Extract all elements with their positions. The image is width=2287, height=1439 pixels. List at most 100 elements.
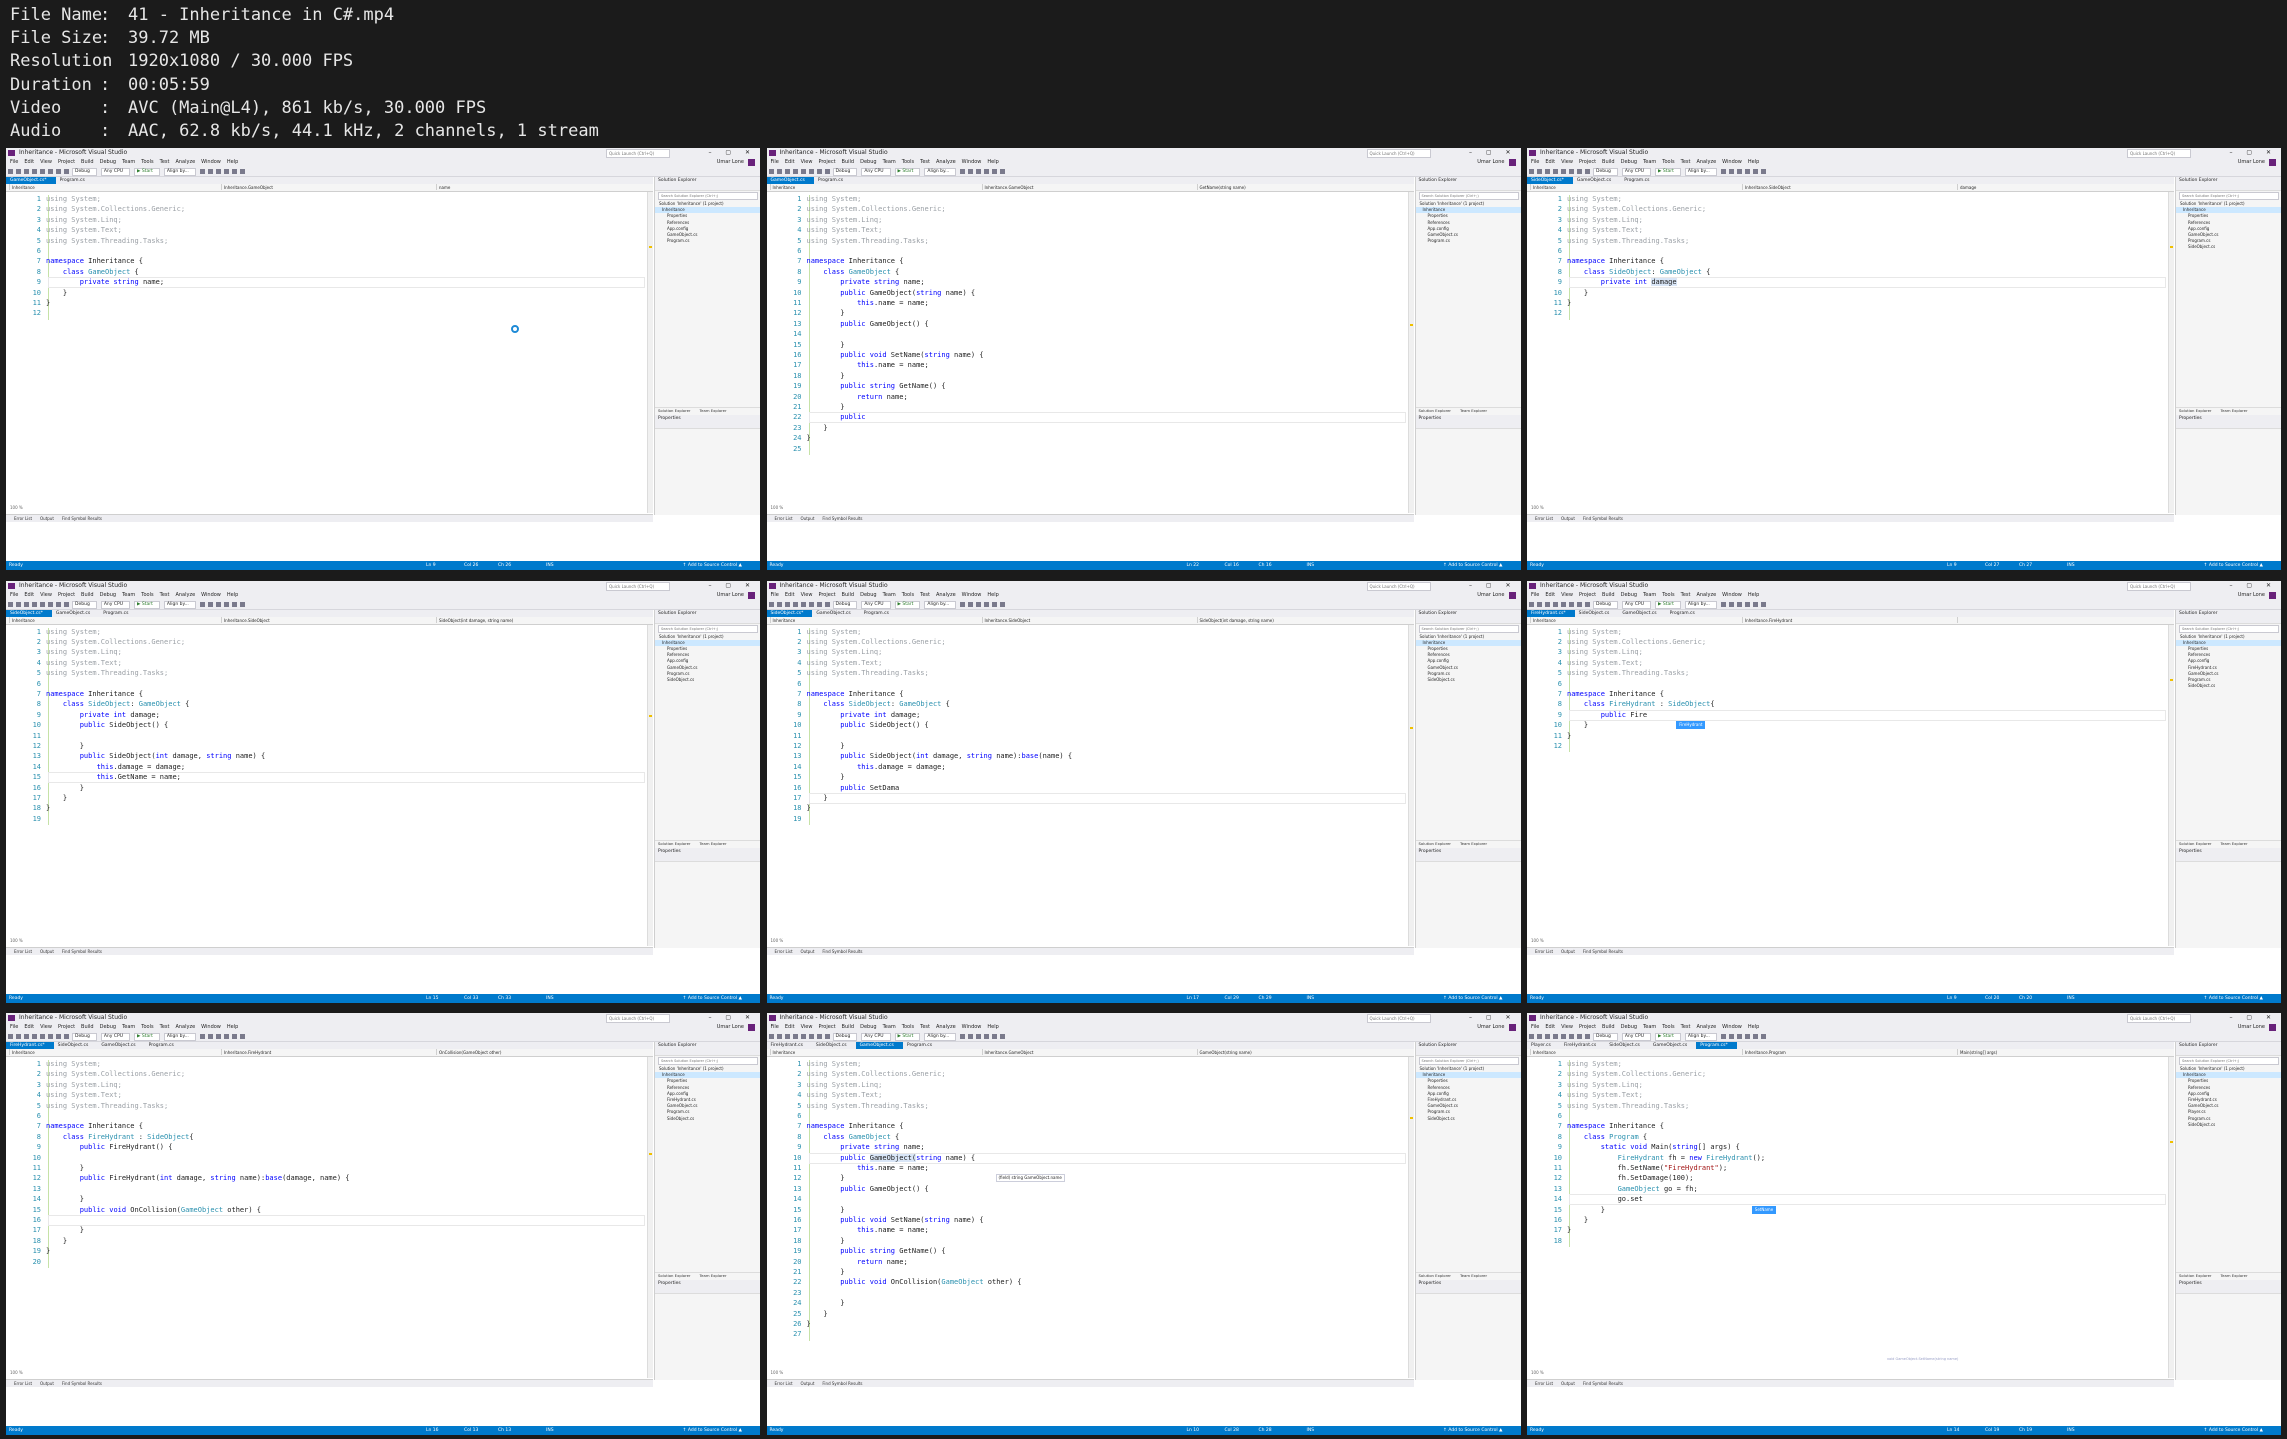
code-line[interactable]: 1 using System;: [767, 1059, 1367, 1069]
menu-item-tools[interactable]: Tools: [1662, 1024, 1674, 1030]
quick-launch-input[interactable]: Quick Launch (Ctrl+Q): [606, 149, 670, 158]
nav-dropdown-3[interactable]: OnCollision(GameObject other): [436, 1049, 501, 1055]
tab-sideobject-cs[interactable]: SideObject.cs: [54, 1042, 98, 1049]
user-name[interactable]: Umar Lone: [717, 1023, 744, 1032]
window-controls[interactable]: – ▢ ✕: [2229, 148, 2277, 158]
platform-dropdown[interactable]: Any CPU: [1621, 168, 1651, 176]
code-line[interactable]: 13 public GameObject() {: [767, 319, 1367, 329]
nav-dropdown-1[interactable]: Inheritance: [769, 616, 795, 623]
code-editor[interactable]: 1 using System; 2 using System.Collections.…: [1527, 1057, 2174, 1378]
open-icon[interactable]: [32, 169, 37, 174]
code-line[interactable]: 14 }: [6, 1194, 606, 1204]
quick-launch-input[interactable]: Quick Launch (Ctrl+Q): [2127, 581, 2191, 591]
configuration-dropdown[interactable]: Debug: [832, 168, 858, 176]
tab-team-explorer[interactable]: Team Explorer: [696, 408, 732, 413]
menu-item-analyze[interactable]: Analyze: [1696, 592, 1716, 598]
code-line[interactable]: 1 using System;: [6, 194, 606, 204]
tab-output[interactable]: Output: [40, 949, 54, 954]
tab-error-list[interactable]: Error List: [1535, 516, 1553, 521]
add-to-source-control-button[interactable]: ↑ Add to Source Control ▲: [683, 994, 742, 1003]
open-icon[interactable]: [1553, 169, 1558, 174]
code-line[interactable]: 17 this.name = name;: [767, 360, 1367, 370]
redo-icon[interactable]: [1585, 169, 1590, 174]
code-line[interactable]: 11: [767, 731, 1367, 741]
code-line[interactable]: 5 using System.Threading.Tasks;: [6, 1101, 606, 1111]
uncomment-icon[interactable]: [1736, 1034, 1742, 1039]
nav-dropdown-2[interactable]: Inheritance.GameObject: [981, 184, 1033, 190]
window-controls[interactable]: – ▢ ✕: [2229, 1013, 2277, 1023]
menu-item-analyze[interactable]: Analyze: [175, 159, 195, 165]
menu-item-test[interactable]: Test: [160, 592, 170, 598]
undo-icon[interactable]: [56, 601, 61, 607]
code-line[interactable]: 9 private int damage;: [6, 710, 606, 720]
indent-icon[interactable]: [223, 601, 229, 607]
code-line[interactable]: 7 namespace Inheritance {: [1527, 1121, 2127, 1131]
add-to-source-control-button[interactable]: ↑ Add to Source Control ▲: [1443, 561, 1502, 570]
tab-team-explorer[interactable]: Team Explorer: [1457, 841, 1493, 846]
forward-icon[interactable]: [1537, 601, 1542, 607]
tab-program-cs[interactable]: Program.cs: [145, 1042, 183, 1049]
find-icon[interactable]: [1000, 1034, 1006, 1039]
code-line[interactable]: 5 using System.Threading.Tasks;: [1527, 236, 2127, 246]
nav-dropdown-2[interactable]: Inheritance.Program: [1742, 1049, 1786, 1055]
editor-scrollbar[interactable]: [647, 624, 653, 946]
menu-item-window[interactable]: Window: [962, 1024, 982, 1030]
outdent-icon[interactable]: [231, 169, 237, 174]
tab-gameobject-cs[interactable]: GameObject.cs: [1649, 1042, 1696, 1049]
indent-icon[interactable]: [223, 169, 229, 174]
avatar[interactable]: [748, 591, 755, 599]
save-icon[interactable]: [40, 601, 45, 607]
code-line[interactable]: 8 class GameObject {: [767, 1132, 1367, 1142]
save-all-icon[interactable]: [808, 1034, 814, 1039]
tab-error-list[interactable]: Error List: [14, 1381, 32, 1386]
save-all-icon[interactable]: [48, 601, 53, 607]
uncomment-icon[interactable]: [1736, 601, 1742, 607]
window-controls[interactable]: – ▢ ✕: [1469, 581, 1517, 591]
tab-program-cs[interactable]: Program.cs: [99, 610, 137, 617]
code-line[interactable]: 12 }: [767, 1173, 1367, 1183]
undo-icon[interactable]: [1577, 1034, 1582, 1039]
user-name[interactable]: Umar Lone: [2238, 591, 2265, 600]
code-line[interactable]: 10 }: [1527, 288, 2127, 298]
window-controls[interactable]: – ▢ ✕: [2229, 581, 2277, 591]
menu-item-edit[interactable]: Edit: [785, 159, 795, 165]
menu-item-view[interactable]: View: [40, 159, 52, 165]
add-to-source-control-button[interactable]: ↑ Add to Source Control ▲: [683, 1426, 742, 1435]
menu-item-window[interactable]: Window: [201, 159, 221, 165]
menu-item-edit[interactable]: Edit: [24, 159, 34, 165]
avatar[interactable]: [2269, 159, 2276, 166]
solution-search-input[interactable]: Search Solution Explorer (Ctrl+;): [1418, 1057, 1519, 1065]
zoom-level[interactable]: 100 %: [771, 505, 784, 510]
tab-error-list[interactable]: Error List: [14, 949, 32, 954]
user-name[interactable]: Umar Lone: [1477, 158, 1504, 167]
code-line[interactable]: 2 using System.Collections.Generic;: [6, 637, 606, 647]
code-line[interactable]: 5 using System.Threading.Tasks;: [6, 668, 606, 678]
solution-search-input[interactable]: Search Solution Explorer (Ctrl+;): [658, 192, 758, 200]
menu-item-test[interactable]: Test: [920, 159, 930, 165]
save-icon[interactable]: [1561, 169, 1566, 174]
menu-item-build[interactable]: Build: [81, 159, 94, 165]
menu-item-debug[interactable]: Debug: [1621, 159, 1637, 165]
zoom-level[interactable]: 100 %: [10, 505, 23, 510]
code-editor[interactable]: 1 using System; 2 using System.Collections.…: [1527, 192, 2174, 513]
menu-item-edit[interactable]: Edit: [1545, 1024, 1555, 1030]
code-line[interactable]: 19: [6, 814, 606, 824]
menu-item-build[interactable]: Build: [81, 1024, 94, 1030]
zoom-level[interactable]: 100 %: [1531, 505, 1544, 510]
code-line[interactable]: 19}: [6, 1246, 606, 1256]
code-editor[interactable]: 1 using System; 2 using System.Collections.…: [1527, 624, 2174, 946]
menu-item-file[interactable]: File: [771, 592, 779, 598]
quick-info-tooltip[interactable]: (field) string GameObject.name: [995, 1174, 1065, 1183]
tab-program-cs-[interactable]: Program.cs*: [1696, 1042, 1737, 1049]
code-line[interactable]: 11: [6, 731, 606, 741]
menu-item-tools[interactable]: Tools: [141, 159, 153, 165]
tab-gameobject-cs[interactable]: GameObject.cs: [52, 610, 99, 617]
bookmark-icon[interactable]: [960, 601, 966, 607]
menu-item-window[interactable]: Window: [962, 159, 982, 165]
menu-item-file[interactable]: File: [1531, 1024, 1539, 1030]
code-line[interactable]: 18}: [767, 803, 1367, 813]
code-line[interactable]: 11}: [1527, 298, 2127, 308]
zoom-level[interactable]: 100 %: [10, 938, 23, 943]
tab-solution-explorer[interactable]: Solution Explorer: [1416, 1273, 1457, 1278]
tab-solution-explorer[interactable]: Solution Explorer: [1416, 841, 1457, 846]
